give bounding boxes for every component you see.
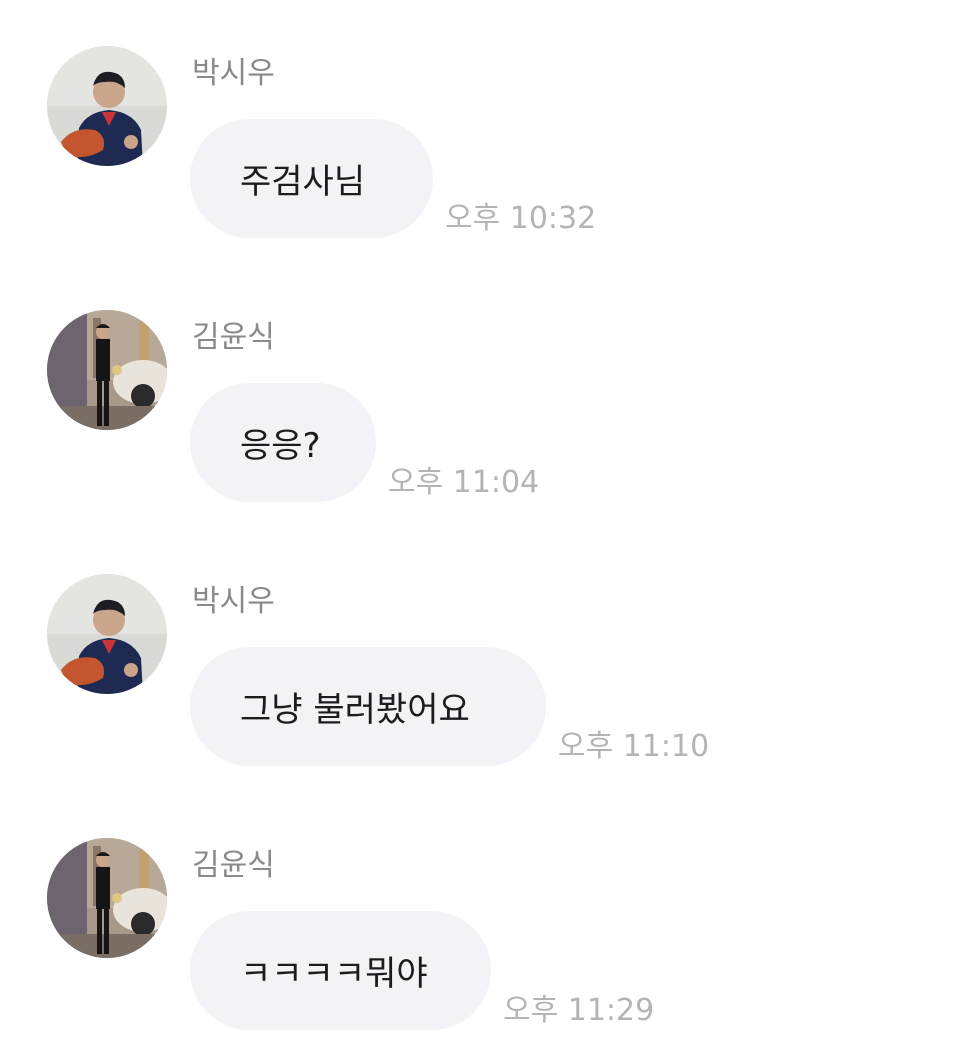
- message-text: 그냥 불러봤어요: [240, 690, 470, 730]
- message-bubble[interactable]: 그냥 불러봤어요: [190, 647, 546, 766]
- sender-name: 김윤식: [192, 848, 275, 883]
- person-photo-icon: [47, 574, 167, 694]
- chat-thread: 박시우 주검사님 오후 10:32 김윤식 응응? 오후 11:04 박시우 그…: [0, 0, 960, 1063]
- message-row: 박시우 주검사님 오후 10:32: [0, 46, 960, 246]
- message-bubble[interactable]: 응응?: [190, 383, 376, 502]
- message-text: 응응?: [240, 426, 321, 466]
- message-time: 오후 10:32: [445, 201, 597, 236]
- message-text: 주검사님: [240, 162, 366, 202]
- message-row: 박시우 그냥 불러봤어요 오후 11:10: [0, 574, 960, 774]
- avatar[interactable]: [47, 574, 167, 694]
- avatar[interactable]: [47, 46, 167, 166]
- message-text: ㅋㅋㅋㅋ뭐야: [240, 954, 428, 994]
- message-row: 김윤식 ㅋㅋㅋㅋ뭐야 오후 11:29: [0, 838, 960, 1038]
- person-photo-icon: [47, 310, 167, 430]
- message-time: 오후 11:29: [503, 993, 655, 1028]
- person-photo-icon: [47, 46, 167, 166]
- avatar[interactable]: [47, 310, 167, 430]
- sender-name: 김윤식: [192, 320, 275, 355]
- message-bubble[interactable]: ㅋㅋㅋㅋ뭐야: [190, 911, 491, 1030]
- message-time: 오후 11:04: [388, 465, 540, 500]
- message-time: 오후 11:10: [558, 729, 710, 764]
- sender-name: 박시우: [192, 584, 275, 619]
- avatar[interactable]: [47, 838, 167, 958]
- sender-name: 박시우: [192, 56, 275, 91]
- message-bubble[interactable]: 주검사님: [190, 119, 433, 238]
- message-row: 김윤식 응응? 오후 11:04: [0, 310, 960, 510]
- person-photo-icon: [47, 838, 167, 958]
